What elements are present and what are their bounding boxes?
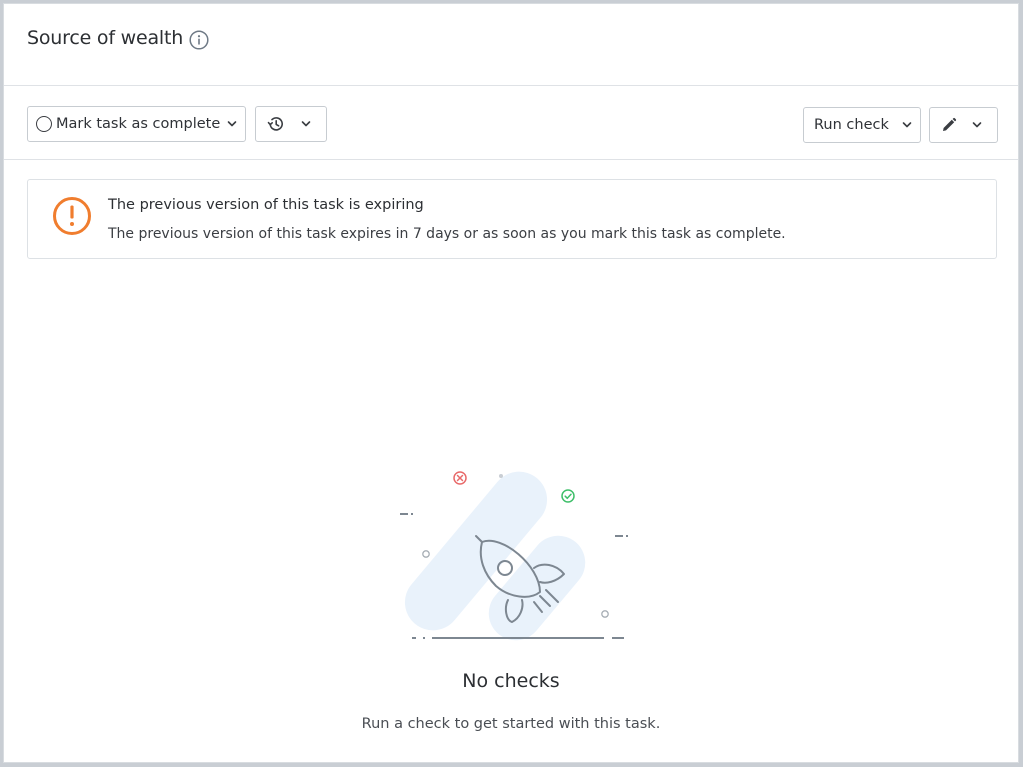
run-check-button[interactable]: Run check [803, 107, 921, 143]
chevron-down-icon [972, 122, 982, 128]
chevron-down-icon [227, 121, 237, 127]
empty-state-title: No checks [462, 670, 560, 692]
mark-complete-label: Mark task as complete [56, 116, 221, 132]
mark-complete-button[interactable]: Mark task as complete [27, 106, 246, 142]
radio-circle-icon [36, 116, 52, 132]
edit-dropdown-button[interactable] [929, 107, 998, 143]
empty-state-subtitle: Run a check to get started with this tas… [361, 716, 661, 732]
run-check-label: Run check [814, 117, 889, 133]
rocket-illustration [400, 471, 628, 641]
exclamation-circle-icon [53, 197, 91, 235]
page-title: Source of wealth [27, 27, 184, 49]
chevron-down-icon [301, 121, 311, 127]
history-icon [267, 117, 283, 131]
chevron-down-icon [902, 122, 912, 128]
panel-header: Source of wealth [4, 4, 1018, 86]
alert-body: The previous version of this task expire… [108, 226, 786, 242]
alert-title: The previous version of this task is exp… [108, 197, 424, 213]
history-dropdown-button[interactable] [255, 106, 327, 142]
info-icon[interactable] [189, 30, 209, 50]
task-panel: Source of wealth Mark task as complete R… [3, 3, 1019, 763]
task-toolbar: Mark task as complete Run check [4, 86, 1018, 160]
expiring-version-alert: The previous version of this task is exp… [27, 179, 997, 259]
pencil-icon [943, 117, 957, 131]
